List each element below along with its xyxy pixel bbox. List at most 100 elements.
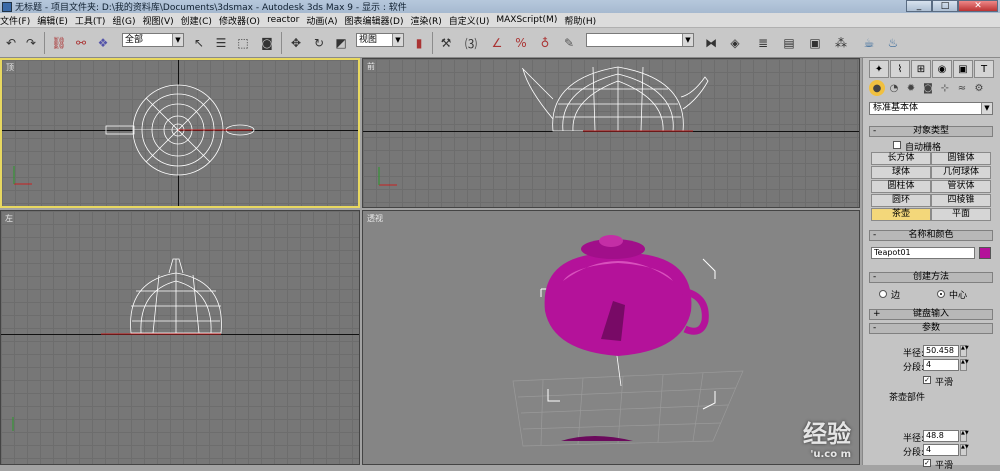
minimize-button[interactable]: _ <box>906 0 932 12</box>
percent-snap-icon[interactable]: % <box>512 34 530 52</box>
box-button[interactable]: 长方体 <box>871 152 931 165</box>
spacewarps-icon[interactable]: ≈ <box>954 80 970 96</box>
utilities-icon[interactable]: T <box>974 60 994 78</box>
chevron-down-icon: ▼ <box>682 34 693 46</box>
create-icon[interactable]: ✦ <box>869 60 889 78</box>
menu-edit[interactable]: 编辑(E) <box>37 14 75 27</box>
link-icon[interactable]: ⛓ <box>50 34 68 52</box>
rollout-title: 名称和颜色 <box>908 230 954 240</box>
maximize-button[interactable]: □ <box>932 0 958 12</box>
align-icon[interactable]: ◈ <box>726 34 744 52</box>
viewport-front[interactable]: 前 <box>362 58 860 208</box>
menu-file[interactable]: 文件(F) <box>0 14 37 27</box>
menu-graph-editors[interactable]: 图表编辑器(D) <box>345 14 411 27</box>
shapes-icon[interactable]: ◔ <box>886 80 902 96</box>
unlink-icon[interactable]: ⚯ <box>72 34 90 52</box>
edit-named-selection-icon[interactable]: ✎ <box>560 34 578 52</box>
geometry-icon[interactable]: ● <box>869 80 885 96</box>
rollout-name-color[interactable]: - 名称和颜色 <box>869 230 993 241</box>
radius-label: 半径: <box>903 349 925 359</box>
motion-icon[interactable]: ◉ <box>932 60 952 78</box>
cone-button[interactable]: 圆锥体 <box>931 152 991 165</box>
cameras-icon[interactable]: ◙ <box>920 80 936 96</box>
menu-maxscript[interactable]: MAXScript(M) <box>496 15 564 25</box>
viewport-perspective[interactable]: 透视 经验'u.co m <box>362 210 860 465</box>
modify-icon[interactable]: ⌇ <box>890 60 910 78</box>
rollout-keyboard-entry[interactable]: + 键盘输入 <box>869 309 993 320</box>
systems-icon[interactable]: ⚙ <box>971 80 987 96</box>
segments-input[interactable]: 4 <box>923 444 959 456</box>
menu-views[interactable]: 视图(V) <box>142 14 180 27</box>
menu-rendering[interactable]: 渲染(R) <box>410 14 448 27</box>
pivot-icon[interactable]: ▮ <box>410 34 428 52</box>
viewport-left[interactable]: 左 <box>0 210 360 465</box>
object-name-input[interactable]: Teapot01 <box>871 247 975 259</box>
spinner-snap-icon[interactable]: ♁ <box>536 34 554 52</box>
radius-spinner[interactable]: ▲▼ <box>960 430 969 442</box>
curve-editor-icon[interactable]: ▤ <box>780 34 798 52</box>
schematic-view-icon[interactable]: ▣ <box>806 34 824 52</box>
angle-snap-icon[interactable]: ∠ <box>488 34 506 52</box>
move-icon[interactable]: ✥ <box>287 34 305 52</box>
menu-reactor[interactable]: reactor <box>267 15 306 25</box>
cylinder-button[interactable]: 圆柱体 <box>871 180 931 193</box>
chevron-down-icon: ▼ <box>392 34 403 46</box>
object-color-swatch[interactable] <box>979 247 991 259</box>
scale-icon[interactable]: ◩ <box>332 34 350 52</box>
tube-button[interactable]: 管状体 <box>931 180 991 193</box>
segments-input[interactable]: 4 <box>923 359 959 371</box>
menu-customize[interactable]: 自定义(U) <box>449 14 497 27</box>
plane-button[interactable]: 平面 <box>931 208 991 221</box>
primitive-type-dropdown[interactable]: 标准基本体 ▼ <box>869 102 993 115</box>
segments-spinner[interactable]: ▲▼ <box>960 359 969 371</box>
select-by-name-icon[interactable]: ☰ <box>212 34 230 52</box>
mirror-icon[interactable]: ⧓ <box>702 34 720 52</box>
select-icon[interactable]: ↖ <box>190 34 208 52</box>
smooth-checkbox[interactable]: ✓ <box>923 376 931 384</box>
lights-icon[interactable]: ✹ <box>903 80 919 96</box>
chevron-down-icon: ▼ <box>981 103 992 114</box>
menu-modifiers[interactable]: 修改器(O) <box>219 14 267 27</box>
bind-spacewarp-icon[interactable]: ❖ <box>94 34 112 52</box>
menu-tools[interactable]: 工具(T) <box>75 14 113 27</box>
redo-icon[interactable]: ↷ <box>22 34 40 52</box>
helpers-icon[interactable]: ⊹ <box>937 80 953 96</box>
reference-coord-dropdown[interactable]: 视图 ▼ <box>356 33 404 47</box>
rollout-object-type[interactable]: - 对象类型 <box>869 126 993 137</box>
sphere-button[interactable]: 球体 <box>871 166 931 179</box>
center-radio[interactable] <box>937 290 945 298</box>
menu-group[interactable]: 组(G) <box>112 14 142 27</box>
torus-button[interactable]: 圆环 <box>871 194 931 207</box>
quick-render-icon[interactable]: ♨ <box>884 34 902 52</box>
viewport-top[interactable]: 顶 <box>0 58 360 208</box>
rollout-parameters[interactable]: - 参数 <box>869 323 993 334</box>
rotate-icon[interactable]: ↻ <box>310 34 328 52</box>
window-crossing-icon[interactable]: ◙ <box>258 34 276 52</box>
material-editor-icon[interactable]: ⁂ <box>832 34 850 52</box>
hierarchy-icon[interactable]: ⊞ <box>911 60 931 78</box>
edge-radio[interactable] <box>879 290 887 298</box>
select-manipulate-icon[interactable]: ⚒ <box>437 34 455 52</box>
snap-icon[interactable]: ⑶ <box>462 34 480 52</box>
teapot-button[interactable]: 茶壶 <box>871 208 931 221</box>
segments-spinner[interactable]: ▲▼ <box>960 444 969 456</box>
layer-manager-icon[interactable]: ≣ <box>754 34 772 52</box>
radius-input[interactable]: 48.8 <box>923 430 959 442</box>
radius-spinner[interactable]: ▲▼ <box>960 345 969 357</box>
radius-input[interactable]: 50.458 <box>923 345 959 357</box>
display-icon[interactable]: ▣ <box>953 60 973 78</box>
menu-animation[interactable]: 动画(A) <box>306 14 344 27</box>
selection-filter-dropdown[interactable]: 全部 ▼ <box>122 33 184 47</box>
smooth-checkbox[interactable]: ✓ <box>923 459 931 467</box>
menu-create[interactable]: 创建(C) <box>181 14 219 27</box>
render-scene-icon[interactable]: ☕ <box>860 34 878 52</box>
rollout-creation-method[interactable]: - 创建方法 <box>869 272 993 283</box>
region-select-icon[interactable]: ⬚ <box>234 34 252 52</box>
close-button[interactable]: ✕ <box>958 0 998 12</box>
undo-icon[interactable]: ↶ <box>2 34 20 52</box>
autogrid-checkbox[interactable] <box>893 141 901 149</box>
menu-help[interactable]: 帮助(H) <box>564 14 603 27</box>
named-selection-dropdown[interactable]: ▼ <box>586 33 694 47</box>
pyramid-button[interactable]: 四棱锥 <box>931 194 991 207</box>
geosphere-button[interactable]: 几何球体 <box>931 166 991 179</box>
